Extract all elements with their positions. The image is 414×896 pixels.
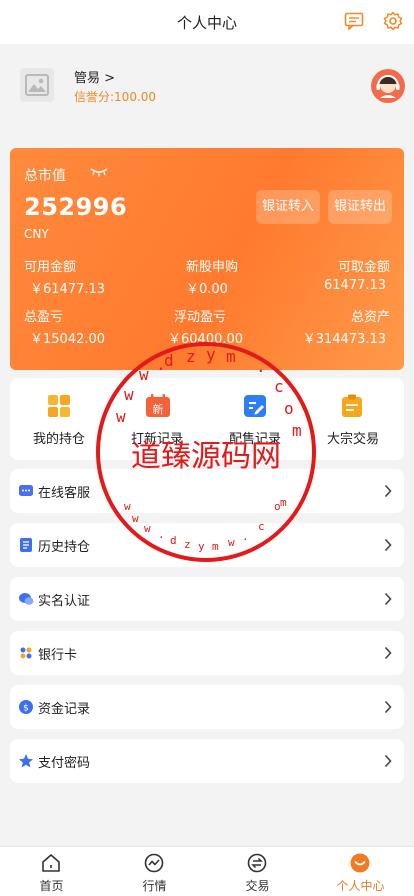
my-positions-label: 我的持仓 [32, 432, 85, 447]
quick-actions: 我的持仓 新 打新记录 配售记录 大宗交易 [10, 378, 404, 460]
block-trade-button[interactable]: 大宗交易 [304, 378, 402, 460]
avatar[interactable] [20, 68, 54, 102]
card-icon [20, 647, 32, 659]
grid-icon [48, 395, 70, 417]
ipo-subscribe-value: ￥0.00 [186, 282, 228, 297]
ipo-records-label: 打新记录 [130, 432, 183, 447]
chevron-right-icon [384, 484, 392, 498]
menu-real-name-verification[interactable]: 实名认证 [10, 577, 404, 621]
username-link[interactable]: 管易 > [74, 67, 115, 86]
svg-text:新: 新 [153, 402, 164, 416]
menu-history-positions[interactable]: 历史持仓 [10, 523, 404, 567]
image-placeholder-icon [25, 74, 49, 96]
transfer-in-button[interactable]: 银证转入 [256, 190, 320, 224]
bottom-tab-bar: 首页 行情 交易 个人中心 [0, 846, 414, 896]
available-amount-label: 可用金额 [24, 260, 77, 275]
menu-label: 资金记录 [38, 702, 91, 717]
tab-trade[interactable]: 交易 [206, 847, 309, 896]
bubble-icon [19, 593, 34, 605]
message-icon[interactable] [344, 12, 364, 30]
transfer-out-button[interactable]: 银证转出 [328, 190, 392, 224]
block-trade-label: 大宗交易 [326, 432, 379, 447]
withdrawable-label: 可取金额 [337, 260, 390, 275]
menu-label: 支付密码 [38, 756, 91, 771]
menu-online-service[interactable]: 在线客服 [10, 469, 404, 513]
tab-label: 个人中心 [336, 879, 385, 893]
top-bar: 个人中心 [0, 0, 414, 44]
total-assets-label: 总资产 [350, 310, 390, 325]
asset-card: 总市值 252996 CNY 银证转入 银证转出 可用金额 ￥61477.13 … [10, 148, 404, 370]
withdrawable-value: 61477.13 [323, 278, 386, 293]
ipo-records-button[interactable]: 新 打新记录 [108, 378, 206, 460]
customer-support-icon[interactable] [370, 68, 406, 104]
total-pnl-value: ￥15042.00 [30, 332, 106, 347]
edit-doc-icon [244, 395, 266, 417]
available-amount-value: ￥61477.13 [30, 282, 106, 297]
chevron-right-icon [384, 700, 392, 714]
chat-icon [19, 485, 33, 496]
menu-label: 银行卡 [38, 648, 78, 663]
eye-closed-icon[interactable] [90, 167, 108, 177]
tab-market[interactable]: 行情 [103, 847, 206, 896]
clipboard-icon [342, 394, 362, 417]
star-icon [19, 754, 33, 768]
user-icon [350, 853, 370, 873]
menu-fund-records[interactable]: $ 资金记录 [10, 685, 404, 729]
calendar-new-icon: 新 [146, 394, 170, 417]
currency-label: CNY [24, 227, 49, 241]
money-icon: $ [19, 700, 33, 714]
market-value-label: 总市值 [24, 168, 66, 184]
market-value-total: 252996 [24, 193, 128, 221]
chevron-right-icon [384, 646, 392, 660]
allotment-records-label: 配售记录 [228, 432, 281, 447]
tab-label: 首页 [39, 879, 64, 893]
my-positions-button[interactable]: 我的持仓 [10, 378, 108, 460]
floating-pnl-value: ￥60400.00 [168, 332, 244, 347]
chevron-right-icon [384, 592, 392, 606]
allotment-records-button[interactable]: 配售记录 [206, 378, 304, 460]
total-assets-value: ￥314473.13 [302, 332, 386, 347]
profile-section: 管易 > 信誉分:100.00 [0, 44, 414, 140]
svg-text:$: $ [23, 704, 29, 714]
gear-icon[interactable] [383, 11, 403, 31]
menu-label: 实名认证 [38, 594, 91, 609]
tab-label: 行情 [142, 879, 167, 893]
tab-home[interactable]: 首页 [0, 847, 103, 896]
tab-profile[interactable]: 个人中心 [309, 847, 412, 896]
chart-icon [144, 853, 164, 873]
tab-label: 交易 [245, 879, 270, 893]
ipo-subscribe-label: 新股申购 [186, 260, 239, 275]
document-icon [20, 538, 32, 552]
menu-label: 在线客服 [38, 486, 91, 501]
chevron-right-icon [384, 754, 392, 768]
total-pnl-label: 总盈亏 [24, 310, 64, 325]
menu-label: 历史持仓 [38, 540, 91, 555]
chevron-right-icon [384, 538, 392, 552]
exchange-icon [247, 853, 267, 873]
menu-payment-password[interactable]: 支付密码 [10, 739, 404, 783]
credit-score: 信誉分:100.00 [74, 90, 157, 104]
home-icon [42, 854, 60, 872]
menu-bank-card[interactable]: 银行卡 [10, 631, 404, 675]
floating-pnl-label: 浮动盈亏 [174, 310, 227, 325]
